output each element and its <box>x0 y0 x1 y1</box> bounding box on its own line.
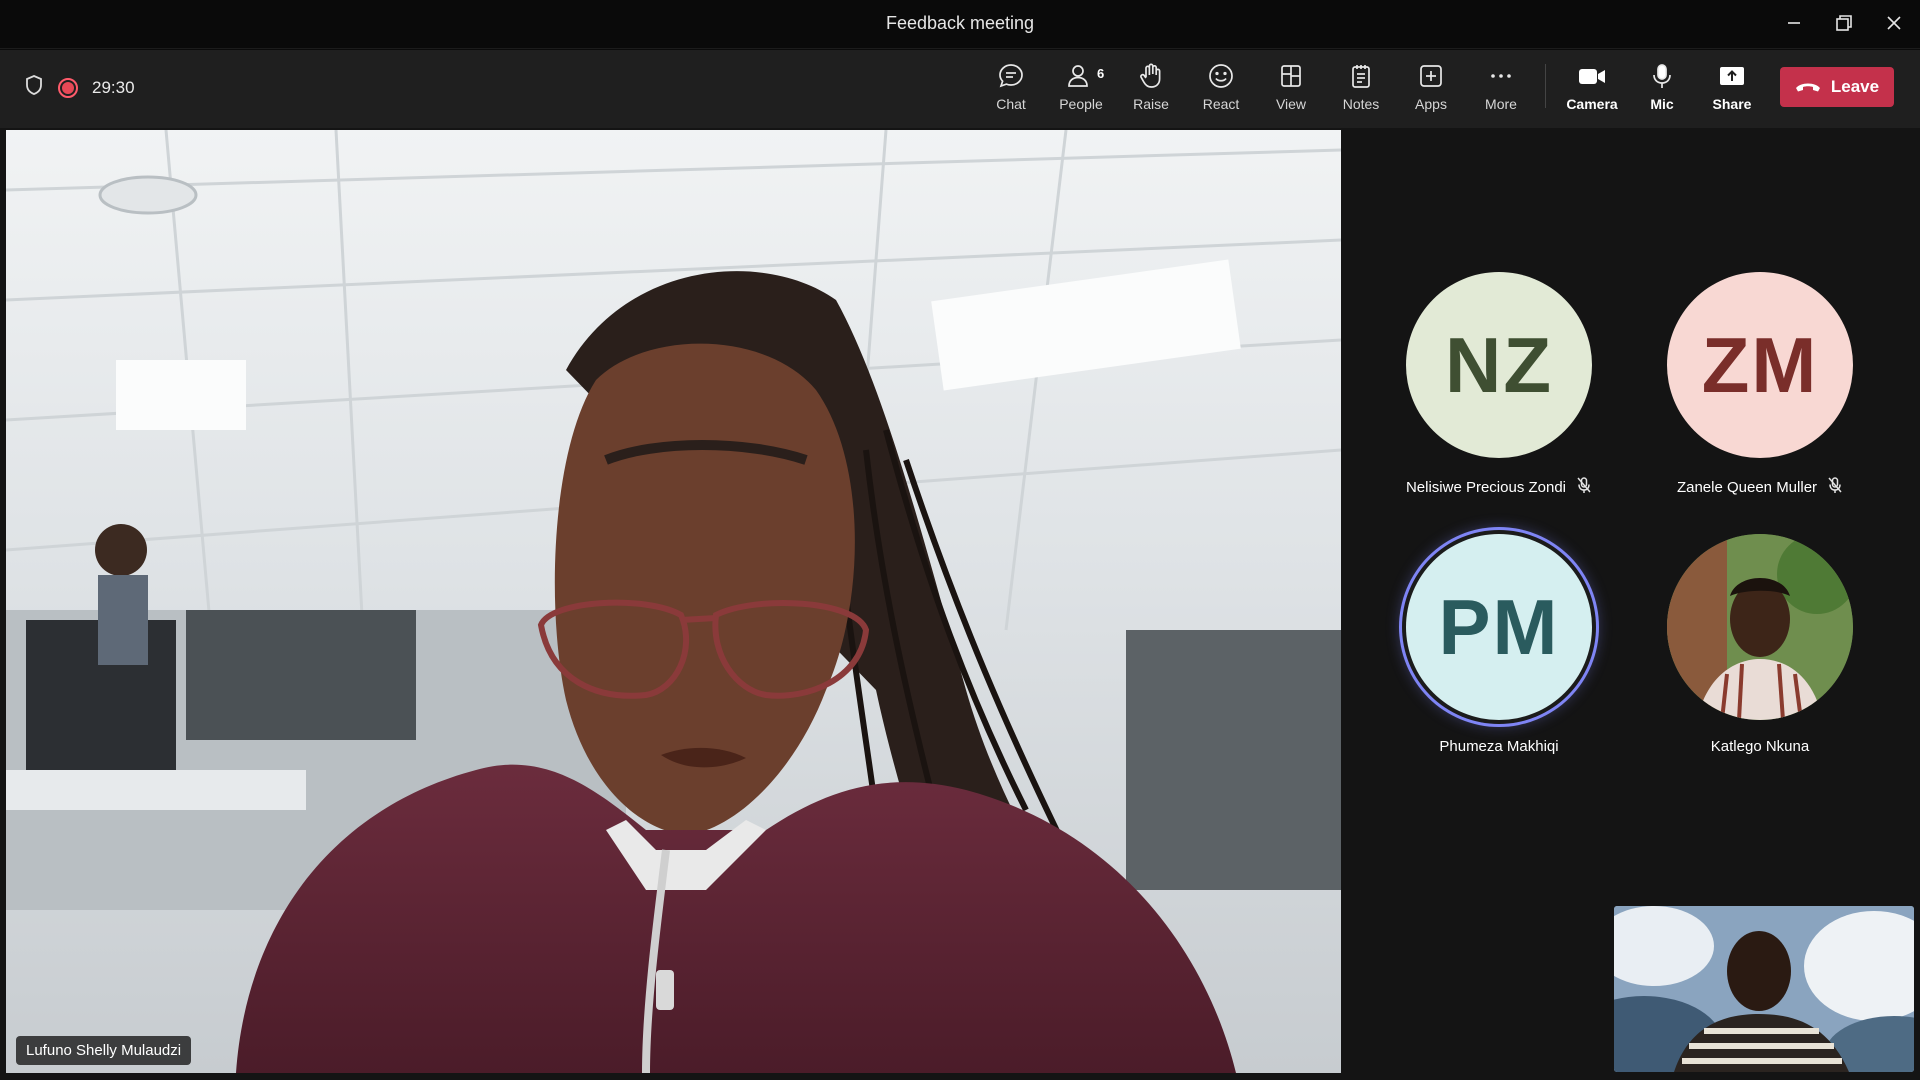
chat-label: Chat <box>996 96 1026 112</box>
participant-name-row: Katlego Nkuna <box>1645 738 1875 755</box>
view-button[interactable]: View <box>1259 60 1323 120</box>
participant-tile[interactable]: Katlego Nkuna <box>1645 534 1875 755</box>
participant-name-row: Zanele Queen Muller <box>1645 476 1875 498</box>
view-label: View <box>1275 96 1307 112</box>
apps-button[interactable]: Apps <box>1399 60 1463 120</box>
profile-photo <box>1667 534 1853 720</box>
window-title: Feedback meeting <box>885 13 1035 33</box>
minimize-icon <box>1788 22 1800 24</box>
notes-button[interactable]: Notes <box>1329 60 1393 120</box>
avatar-photo <box>1667 534 1853 720</box>
close-button[interactable] <box>1874 8 1914 38</box>
participant-name: Nelisiwe Precious Zondi <box>1405 478 1567 496</box>
more-icon <box>1487 60 1515 92</box>
people-button[interactable]: 6 People <box>1049 60 1113 120</box>
self-view-video[interactable] <box>1614 906 1914 1072</box>
avatar-initials: NZ <box>1406 272 1592 458</box>
participant-name: Phumeza Makhiqi <box>1439 738 1559 755</box>
shield-icon[interactable] <box>24 74 44 101</box>
people-count: 6 <box>1097 66 1105 81</box>
notes-label: Notes <box>1342 96 1380 112</box>
camera-label: Camera <box>1566 96 1618 112</box>
participant-name-row: Phumeza Makhiqi <box>1384 738 1614 755</box>
more-button[interactable]: More <box>1469 60 1533 120</box>
chat-icon <box>997 60 1025 92</box>
react-button[interactable]: React <box>1189 60 1253 120</box>
meeting-status: 29:30 <box>24 74 135 101</box>
participant-tile-speaking[interactable]: PM Phumeza Makhiqi <box>1384 534 1614 755</box>
restore-icon <box>1836 15 1852 31</box>
raise-hand-button[interactable]: Raise <box>1119 60 1183 120</box>
participant-tile[interactable]: NZ Nelisiwe Precious Zondi <box>1384 272 1614 498</box>
meeting-timer: 29:30 <box>92 77 135 97</box>
participant-name: Katlego Nkuna <box>1710 738 1810 755</box>
mic-muted-icon <box>1827 476 1843 498</box>
share-screen-icon <box>1717 60 1747 92</box>
main-video-feed[interactable]: Lufuno Shelly Mulaudzi <box>6 130 1341 1073</box>
participant-name-tag: Lufuno Shelly Mulaudzi <box>16 1036 192 1065</box>
title-bar: Feedback meeting <box>0 0 1920 49</box>
toolbar-divider <box>1545 64 1546 108</box>
people-label: People <box>1059 96 1103 112</box>
raise-label: Raise <box>1133 96 1169 112</box>
smiley-icon <box>1207 60 1235 92</box>
self-video-feed <box>1614 906 1914 1072</box>
video-camera-icon <box>1577 60 1607 92</box>
layout-icon <box>1277 60 1305 92</box>
camera-button[interactable]: Camera <box>1560 60 1624 120</box>
share-button[interactable]: Share <box>1700 60 1764 120</box>
leave-label: Leave <box>1830 77 1880 96</box>
participant-tile[interactable]: ZM Zanele Queen Muller <box>1645 272 1875 498</box>
hand-icon <box>1137 60 1165 92</box>
apps-label: Apps <box>1415 96 1447 112</box>
leave-button[interactable]: Leave <box>1780 67 1894 107</box>
restore-button[interactable] <box>1824 8 1864 38</box>
mic-button[interactable]: Mic <box>1630 60 1694 120</box>
people-icon: 6 <box>1067 60 1104 92</box>
minimize-button[interactable] <box>1774 8 1814 38</box>
mic-label: Mic <box>1650 96 1674 112</box>
microphone-icon <box>1648 60 1676 92</box>
participant-name-row: Nelisiwe Precious Zondi <box>1384 476 1614 498</box>
more-label: More <box>1485 96 1517 112</box>
avatar-initials: ZM <box>1667 272 1853 458</box>
react-label: React <box>1202 96 1240 112</box>
share-label: Share <box>1712 96 1752 112</box>
avatar-initials: PM <box>1406 534 1592 720</box>
close-icon <box>1887 16 1901 30</box>
recording-icon <box>58 77 78 98</box>
add-app-icon <box>1417 60 1445 92</box>
hang-up-icon <box>1795 83 1820 92</box>
participant-video <box>6 130 1341 1073</box>
notes-icon <box>1347 60 1375 92</box>
mic-muted-icon <box>1576 476 1592 498</box>
chat-button[interactable]: Chat <box>979 60 1043 120</box>
participant-name: Zanele Queen Muller <box>1676 478 1818 496</box>
